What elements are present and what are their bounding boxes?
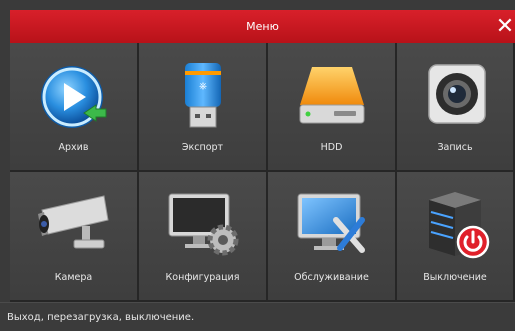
tile-record[interactable]: Запись: [397, 43, 515, 172]
tile-label: HDD: [320, 142, 343, 153]
status-text: Выход, перезагрузка, выключение.: [7, 311, 195, 323]
monitor-gear-icon: [168, 193, 238, 256]
archive-play-icon: [40, 66, 106, 128]
status-bar: Выход, перезагрузка, выключение.: [0, 302, 515, 331]
tile-label: Обслуживание: [294, 272, 369, 283]
menu-grid: Архив ⎈ Экспорт HDD Запись Камера Конфиг…: [10, 43, 515, 302]
server-power-icon: [429, 192, 490, 259]
tile-camera[interactable]: Камера: [10, 172, 139, 302]
monitor-tools-icon: [297, 193, 365, 253]
tile-label: Камера: [54, 272, 93, 283]
top-edge: [0, 0, 515, 10]
title-bar: Меню ✕: [10, 10, 515, 43]
menu-window: Меню ✕ Архив ⎈ Экспорт HDD Запись Камера…: [0, 0, 515, 331]
tile-label: Архив: [58, 142, 89, 153]
tile-label: Конфигурация: [165, 272, 240, 283]
hdd-icon: [299, 67, 364, 124]
tile-shutdown[interactable]: Выключение: [397, 172, 515, 302]
tile-hdd[interactable]: HDD: [268, 43, 397, 172]
record-camera-icon: [428, 64, 486, 124]
close-icon[interactable]: ✕: [493, 13, 515, 41]
left-edge: [0, 0, 10, 302]
svg-text:⎈: ⎈: [199, 81, 207, 92]
tile-archive[interactable]: Архив: [10, 43, 139, 172]
tile-maintenance[interactable]: Обслуживание: [268, 172, 397, 302]
tile-label: Экспорт: [181, 142, 224, 153]
tile-label: Запись: [437, 142, 473, 153]
tile-export[interactable]: ⎈ Экспорт: [139, 43, 268, 172]
tile-label: Выключение: [423, 272, 487, 283]
usb-drive-icon: ⎈: [184, 63, 221, 128]
window-title: Меню: [246, 20, 279, 33]
cctv-camera-icon: [37, 195, 109, 249]
tile-configuration[interactable]: Конфигурация: [139, 172, 268, 302]
